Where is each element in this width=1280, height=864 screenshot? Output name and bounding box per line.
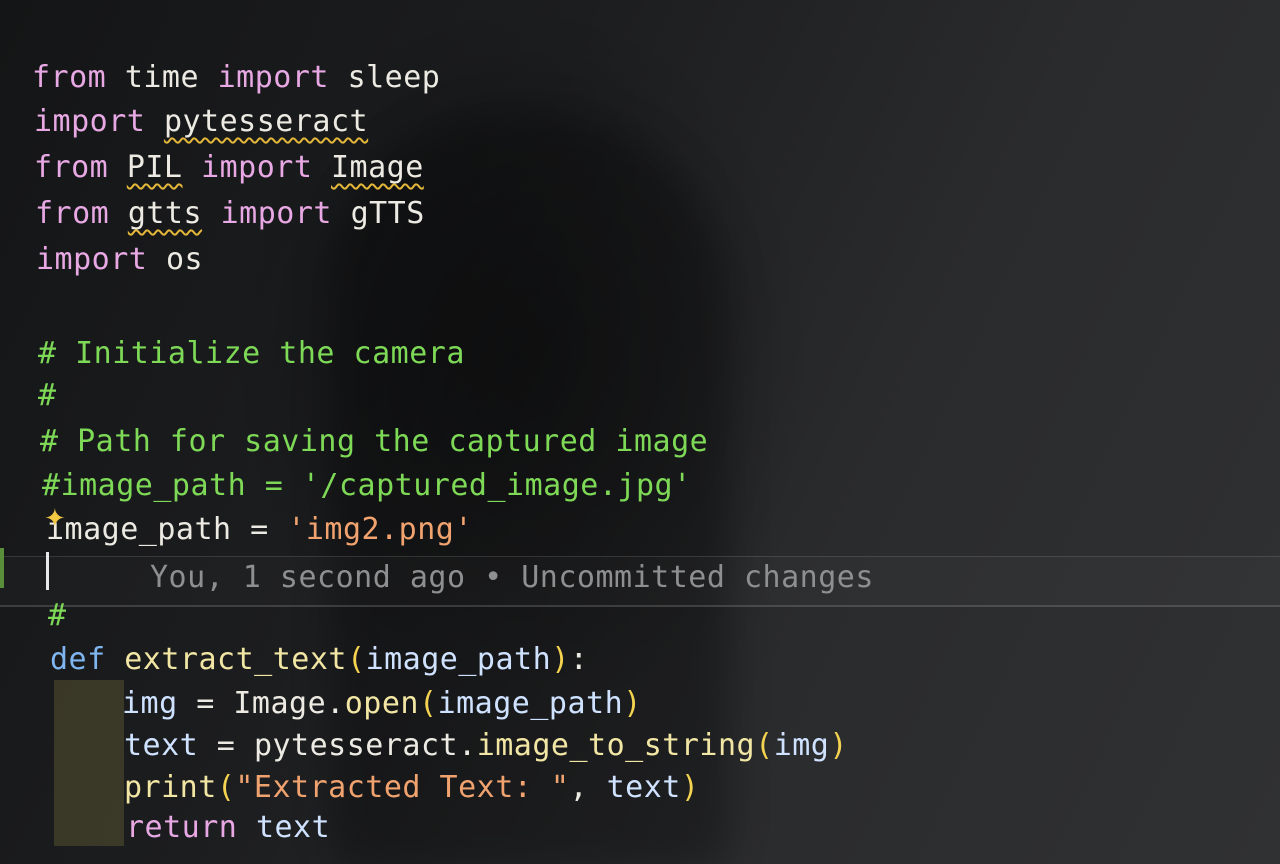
string-literal: "Extracted Text: " (235, 770, 570, 805)
code-line-12[interactable]: # (48, 596, 67, 636)
module-name: gtts (127, 196, 203, 231)
return-value: text (255, 810, 331, 845)
keyword: from (32, 60, 107, 95)
module-name: PIL (126, 150, 183, 185)
method-name: image_to_string (476, 728, 756, 763)
import-name: gTTS (350, 196, 425, 231)
variable: text (124, 728, 199, 763)
module-name: os (165, 242, 204, 277)
lightbulb-icon[interactable]: ✦ (44, 506, 66, 532)
string-literal: 'img2.png' (287, 512, 473, 547)
code-line-4[interactable]: from gtts import gTTS (35, 194, 425, 234)
function-name: extract_text (124, 642, 347, 677)
code-line-7[interactable]: # (38, 376, 57, 416)
code-line-14[interactable]: img = Image.open(image_path) (122, 684, 642, 724)
comma: , (569, 770, 607, 805)
comment: # (48, 598, 67, 633)
code-line-1[interactable]: from time import sleep (32, 58, 440, 98)
code-line-3[interactable]: from PIL import Image (34, 148, 424, 188)
variable: img (122, 686, 178, 721)
argument: image_path (437, 686, 624, 721)
paren: ) (551, 642, 570, 677)
code-line-5[interactable]: import os (36, 240, 203, 280)
keyword: import (201, 150, 313, 185)
paren: ( (419, 686, 438, 721)
module-name: time (124, 60, 200, 95)
colon: : (569, 642, 589, 677)
keyword: import (220, 196, 332, 231)
paren: ) (829, 728, 848, 763)
code-line-16[interactable]: print("Extracted Text: ", text) (124, 768, 699, 808)
variable: image_path (46, 512, 232, 547)
parameter: image_path (365, 642, 552, 677)
comment: # Path for saving the captured image (40, 424, 709, 459)
code-line-2[interactable]: import pytesseract (34, 102, 368, 142)
import-name: sleep (347, 60, 441, 95)
code-line-17[interactable]: return text (126, 808, 330, 848)
code-line-15[interactable]: text = pytesseract.image_to_string(img) (124, 726, 848, 766)
comment: # (38, 378, 57, 413)
paren: ) (680, 770, 700, 805)
code-line-11[interactable]: You, 1 second ago • Uncommitted changes (150, 558, 874, 598)
editor-photo: from time import sleep import pytesserac… (0, 0, 1280, 864)
paren: ( (755, 728, 774, 763)
object: pytesseract (253, 728, 459, 763)
code-line-9[interactable]: #image_path = '/captured_image.jpg' (42, 466, 692, 506)
comment: #image_path = '/captured_image.jpg' (42, 468, 692, 503)
operator: = (177, 686, 234, 721)
dot: . (326, 686, 345, 721)
object: Image (233, 686, 327, 721)
paren: ( (347, 642, 366, 677)
argument: img (773, 728, 830, 763)
argument: text (606, 770, 681, 805)
function-name: print (124, 770, 217, 805)
comment: # Initialize the camera (38, 336, 465, 371)
method-name: open (344, 686, 419, 721)
keyword: import (217, 60, 329, 95)
keyword: import (36, 242, 148, 277)
keyword: def (50, 642, 106, 677)
code-line-13[interactable]: def extract_text(image_path): (50, 640, 588, 680)
code-editor[interactable]: from time import sleep import pytesserac… (0, 0, 1280, 864)
code-line-10[interactable]: image_path = 'img2.png' (46, 510, 473, 550)
code-line-8[interactable]: # Path for saving the captured image (40, 422, 708, 462)
paren: ( (216, 770, 236, 805)
keyword: import (34, 104, 146, 139)
keyword: from (35, 196, 110, 231)
import-name: Image (331, 150, 424, 185)
module-name: pytesseract (163, 104, 369, 139)
operator: = (231, 512, 288, 547)
paren: ) (623, 686, 642, 721)
keyword: from (34, 150, 109, 185)
keyword: return (126, 810, 238, 845)
text-cursor (46, 552, 49, 590)
git-blame-annotation: You, 1 second ago • Uncommitted changes (150, 560, 874, 595)
dot: . (458, 728, 477, 763)
operator: = (198, 728, 254, 763)
code-line-6[interactable]: # Initialize the camera (38, 334, 465, 374)
